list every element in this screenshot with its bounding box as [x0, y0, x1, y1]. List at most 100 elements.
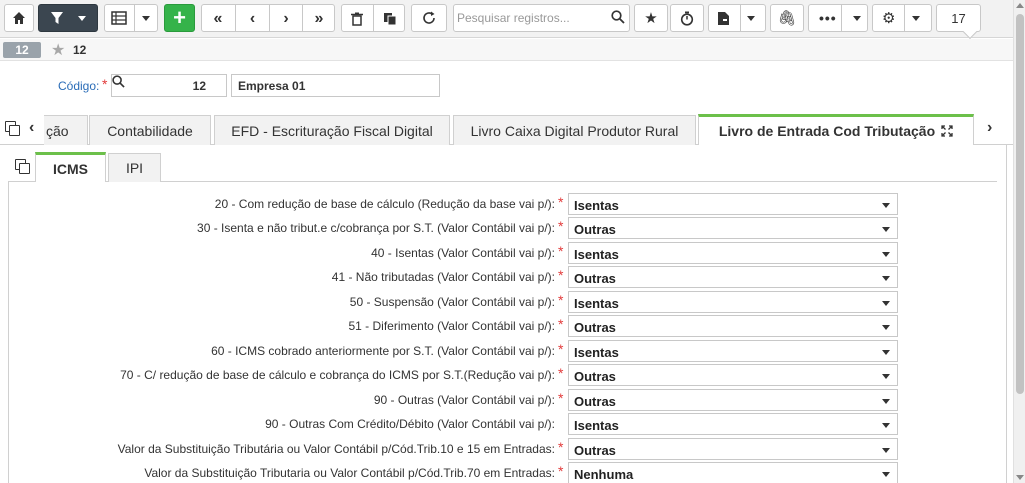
chevron-down-icon: [747, 15, 755, 21]
chevron-down-icon: [882, 227, 890, 232]
report-button[interactable]: [708, 4, 766, 32]
previous-record-button[interactable]: ‹: [236, 5, 269, 33]
field-row: 30 - Isenta e não tribut.e c/cobrança po…: [0, 216, 1005, 240]
field-label: 70 - C/ redução de base de cálculo e cob…: [120, 368, 555, 382]
required-asterisk: *: [558, 194, 564, 210]
select-value: Outras: [574, 369, 616, 384]
scrollbar-thumb[interactable]: [1016, 14, 1024, 394]
required-asterisk: *: [558, 365, 564, 381]
field-select[interactable]: Isentas: [568, 193, 898, 215]
filter-icon: [51, 12, 63, 24]
tab-livro-entrada[interactable]: Livro de Entrada Cod Tributação: [698, 114, 974, 145]
required-asterisk: *: [558, 218, 564, 234]
table-icon: [111, 11, 127, 25]
tab-contabilidade[interactable]: Contabilidade: [89, 115, 211, 145]
field-label: 20 - Com redução de base de cálculo (Red…: [214, 197, 555, 211]
field-select[interactable]: Outras: [568, 217, 898, 239]
select-value: Isentas: [574, 198, 619, 213]
field-row: Valor da Substituição Tributária ou Valo…: [0, 437, 1005, 461]
required-asterisk: *: [102, 76, 108, 92]
field-select[interactable]: Outras: [568, 364, 898, 386]
chevron-down-icon: [882, 301, 890, 306]
duplicate-button[interactable]: [374, 5, 405, 33]
grid-view-button[interactable]: [104, 4, 158, 32]
settings-button[interactable]: ⚙: [872, 4, 932, 32]
company-name-field[interactable]: Empresa 01: [231, 74, 440, 97]
field-row: 90 - Outras Com Crédito/Débito (Valor Co…: [0, 412, 1005, 436]
field-label: 90 - Outras Com Crédito/Débito (Valor Co…: [265, 417, 555, 431]
required-asterisk: *: [558, 316, 564, 332]
record-number: 12: [73, 43, 87, 57]
more-button[interactable]: •••: [808, 4, 868, 32]
add-button[interactable]: +: [164, 4, 195, 32]
favorite-button[interactable]: ★: [634, 4, 668, 32]
attachment-button[interactable]: 🖇: [770, 4, 804, 32]
panel-border: [1006, 145, 1007, 483]
select-value: Nenhuma: [574, 467, 634, 482]
search-icon[interactable]: [112, 75, 125, 88]
first-record-button[interactable]: «: [201, 5, 235, 33]
codigo-label: Código:: [58, 79, 100, 93]
field-select[interactable]: Outras: [568, 389, 898, 411]
tabs-scroll-right-icon[interactable]: ›: [987, 119, 992, 137]
vertical-scrollbar[interactable]: [1013, 0, 1025, 483]
timer-button[interactable]: [670, 4, 704, 32]
field-select[interactable]: Nenhuma: [568, 462, 898, 483]
record-counter: 17: [936, 4, 981, 32]
tab-label: ICMS: [53, 160, 88, 177]
select-value: Outras: [574, 320, 616, 335]
toolbar: + « ‹ › » ★ 🖇 ••• ⚙ 17: [0, 0, 1013, 38]
search-icon[interactable]: [611, 10, 625, 24]
tab-icms[interactable]: ICMS: [35, 152, 106, 182]
copy-icon[interactable]: [15, 159, 30, 174]
field-select[interactable]: Outras: [568, 266, 898, 288]
field-label: Valor da Substituição Tributaria ou Valo…: [144, 466, 555, 480]
divider: [904, 4, 905, 32]
codigo-input[interactable]: 12: [111, 74, 227, 97]
record-badge[interactable]: 12: [3, 42, 41, 58]
field-select[interactable]: Isentas: [568, 242, 898, 264]
tab-livro-caixa[interactable]: Livro Caixa Digital Produtor Rural: [453, 115, 696, 145]
chevron-down-icon: [882, 472, 890, 477]
select-value: Outras: [574, 222, 616, 237]
divider: [740, 4, 741, 32]
last-record-button[interactable]: »: [303, 5, 335, 33]
refresh-icon: [423, 11, 435, 24]
expand-icon[interactable]: [941, 125, 953, 137]
field-select[interactable]: Isentas: [568, 291, 898, 313]
chevron-down-icon: [882, 399, 890, 404]
copy-icon[interactable]: [5, 121, 20, 136]
delete-button[interactable]: [341, 5, 373, 33]
chevron-down-icon: [882, 374, 890, 379]
filter-button[interactable]: [38, 4, 98, 32]
chevron-down-icon: [882, 325, 890, 330]
field-select[interactable]: Outras: [568, 438, 898, 460]
double-chevron-left-icon: «: [213, 10, 223, 27]
tab-efd[interactable]: EFD - Escrituração Fiscal Digital: [214, 115, 450, 145]
divider: [841, 4, 842, 32]
search-input[interactable]: [457, 8, 607, 28]
chevron-down-icon: [882, 276, 890, 281]
field-row: 20 - Com redução de base de cálculo (Red…: [0, 192, 1005, 216]
chevron-down-icon: [882, 203, 890, 208]
tabs-scroll-left-icon[interactable]: ‹: [29, 119, 34, 137]
select-value: Outras: [574, 394, 616, 409]
tab-tributacao[interactable]: ção: [44, 115, 88, 145]
star-icon[interactable]: ★: [51, 40, 65, 60]
gear-icon: ⚙: [882, 10, 896, 27]
tab-label: Contabilidade: [107, 122, 193, 139]
field-select[interactable]: Outras: [568, 315, 898, 337]
field-select[interactable]: Isentas: [568, 413, 898, 435]
scroll-up-icon[interactable]: [1016, 3, 1024, 8]
tab-ipi[interactable]: IPI: [108, 153, 161, 182]
field-select[interactable]: Isentas: [568, 340, 898, 362]
refresh-button[interactable]: [411, 4, 447, 32]
home-button[interactable]: [4, 4, 34, 32]
record-counter-value: 17: [951, 10, 966, 26]
select-value: Isentas: [574, 345, 619, 360]
paperclip-icon: 🖇: [777, 10, 797, 27]
field-row: 70 - C/ redução de base de cálculo e cob…: [0, 363, 1005, 387]
scroll-down-icon[interactable]: [1016, 475, 1024, 480]
next-record-button[interactable]: ›: [270, 5, 302, 33]
field-row: 50 - Suspensão (Valor Contábil vai p/): …: [0, 290, 1005, 314]
